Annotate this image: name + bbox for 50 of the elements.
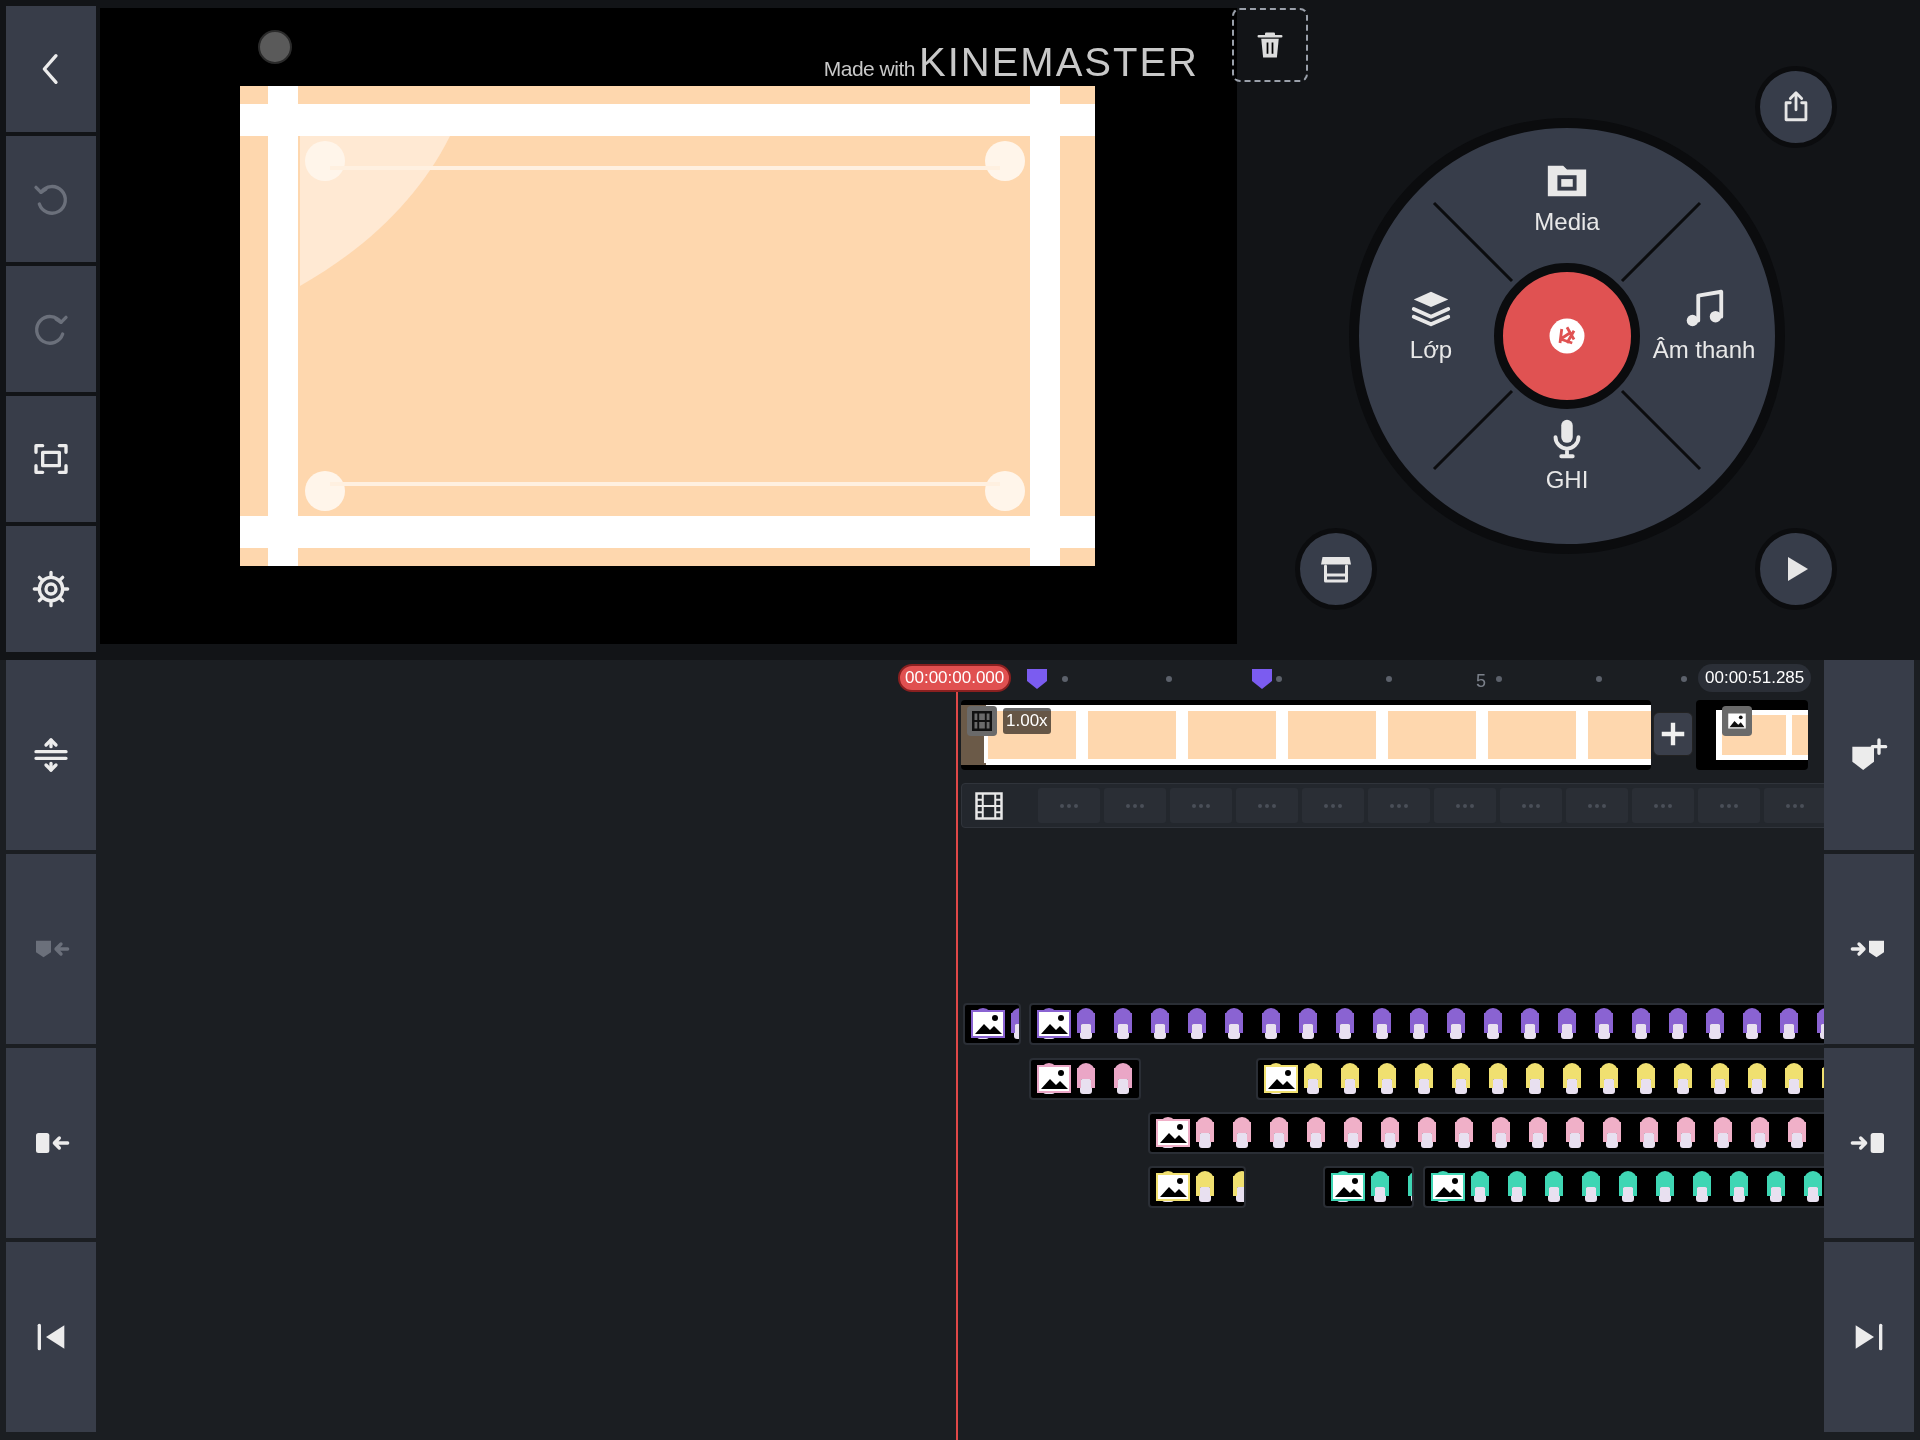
fullscreen-button[interactable] bbox=[6, 396, 96, 522]
delete-button[interactable] bbox=[1232, 8, 1308, 82]
clip-speed: 1.00x bbox=[1003, 708, 1051, 734]
ruler-tick bbox=[1596, 676, 1602, 682]
dots-icon bbox=[1324, 803, 1342, 808]
folder-button[interactable]: Media bbox=[1517, 158, 1617, 234]
dots-icon bbox=[1522, 803, 1540, 808]
dots-icon bbox=[1390, 803, 1408, 808]
settings-button[interactable] bbox=[6, 526, 96, 652]
dots-icon bbox=[1060, 803, 1078, 808]
watermark-text: Made with bbox=[823, 56, 915, 82]
marker-arrow-button[interactable] bbox=[1824, 854, 1914, 1044]
dots-icon bbox=[1654, 803, 1672, 808]
dots-icon bbox=[1786, 803, 1804, 808]
image-icon bbox=[1722, 706, 1752, 736]
expand-button[interactable] bbox=[6, 660, 96, 850]
dots-icon bbox=[1258, 803, 1276, 808]
ruler-label: 5 bbox=[1476, 670, 1486, 693]
microphone-button[interactable]: GHI bbox=[1517, 416, 1617, 492]
trim-right-button[interactable] bbox=[1824, 1048, 1914, 1238]
film-icon bbox=[967, 706, 997, 736]
dots-icon bbox=[1192, 803, 1210, 808]
audio-track[interactable] bbox=[961, 783, 1824, 828]
ruler-tick bbox=[1496, 676, 1502, 682]
expand-icon bbox=[31, 735, 71, 775]
video-clip[interactable]: 1.00x bbox=[961, 700, 1651, 770]
add-marker-button[interactable] bbox=[1824, 660, 1914, 850]
dots-icon bbox=[1588, 803, 1606, 808]
ruler-tick bbox=[1681, 676, 1687, 682]
ruler-tick bbox=[1062, 676, 1068, 682]
dots-icon bbox=[1126, 803, 1144, 808]
marker-icon[interactable] bbox=[1251, 668, 1273, 690]
dots-icon bbox=[1720, 803, 1738, 808]
image-clip[interactable] bbox=[1696, 700, 1808, 770]
ruler-tick bbox=[1276, 676, 1282, 682]
music-note-button[interactable]: Âm thanh bbox=[1645, 286, 1763, 362]
skip-start-button[interactable] bbox=[6, 1242, 96, 1432]
marker-icon[interactable] bbox=[1026, 668, 1048, 690]
ruler-tick bbox=[1386, 676, 1392, 682]
trim-left-button[interactable] bbox=[6, 1048, 96, 1238]
ruler-tick bbox=[1166, 676, 1172, 682]
dots-icon bbox=[1456, 803, 1474, 808]
layers-button[interactable]: Lớp bbox=[1381, 286, 1481, 362]
playhead-time: 00:00:00.000 bbox=[898, 664, 1012, 692]
brand-logo-text: KINEMASTER bbox=[918, 42, 1199, 82]
add-clip-button[interactable] bbox=[1653, 712, 1693, 756]
end-time: 00:00:51.285 bbox=[1698, 664, 1812, 692]
layer-clip[interactable] bbox=[963, 1003, 1021, 1045]
settings-icon bbox=[31, 569, 71, 609]
film-icon bbox=[974, 790, 1004, 821]
